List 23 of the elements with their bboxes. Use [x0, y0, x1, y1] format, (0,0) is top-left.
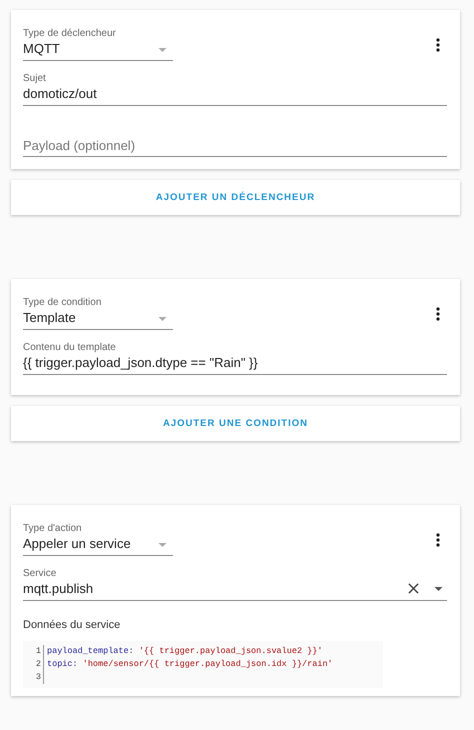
input-field[interactable]: Contenu du template {{ trigger.payload_json.dtype == "Rain" }} — [23, 342, 447, 375]
code-key: payload_template: — [47, 646, 134, 656]
caret-icon — [158, 317, 167, 321]
code-string: '{{ trigger.payload_json.svalue2 }}' — [138, 646, 322, 656]
more-options-icon[interactable] — [436, 533, 440, 547]
more-options-icon[interactable] — [436, 38, 440, 52]
line-number: 1 — [23, 645, 44, 658]
section-label: Données du service — [23, 619, 122, 631]
type-dropdown[interactable]: Type de condition Template — [23, 297, 173, 330]
code-key: topic: — [47, 659, 78, 669]
line-number: 2 — [23, 658, 44, 671]
more-options-icon[interactable] — [436, 307, 440, 321]
type-dropdown[interactable]: Type d'action Appeler un service — [23, 523, 173, 556]
caret-icon[interactable] — [434, 587, 443, 591]
caret-icon — [158, 48, 167, 52]
close-icon[interactable] — [408, 583, 419, 594]
code-string: 'home/sensor/{{ trigger.payload_json.idx }}/rain' — [82, 659, 333, 669]
line-number: 3 — [23, 671, 44, 684]
type-dropdown[interactable]: Type de déclencheur MQTT — [23, 28, 173, 61]
service-combobox[interactable]: Service mqtt.publish — [23, 568, 447, 601]
caret-icon — [158, 543, 167, 547]
code-editor[interactable]: 1 payload_template: '{{ trigger.payload_json.svalue2 }}' 2 topic: 'home/sensor/{{ trigger.payload_json.idx }}/rain' 3 — [23, 641, 383, 688]
input-field[interactable]: Sujet domoticz/out — [23, 73, 447, 106]
